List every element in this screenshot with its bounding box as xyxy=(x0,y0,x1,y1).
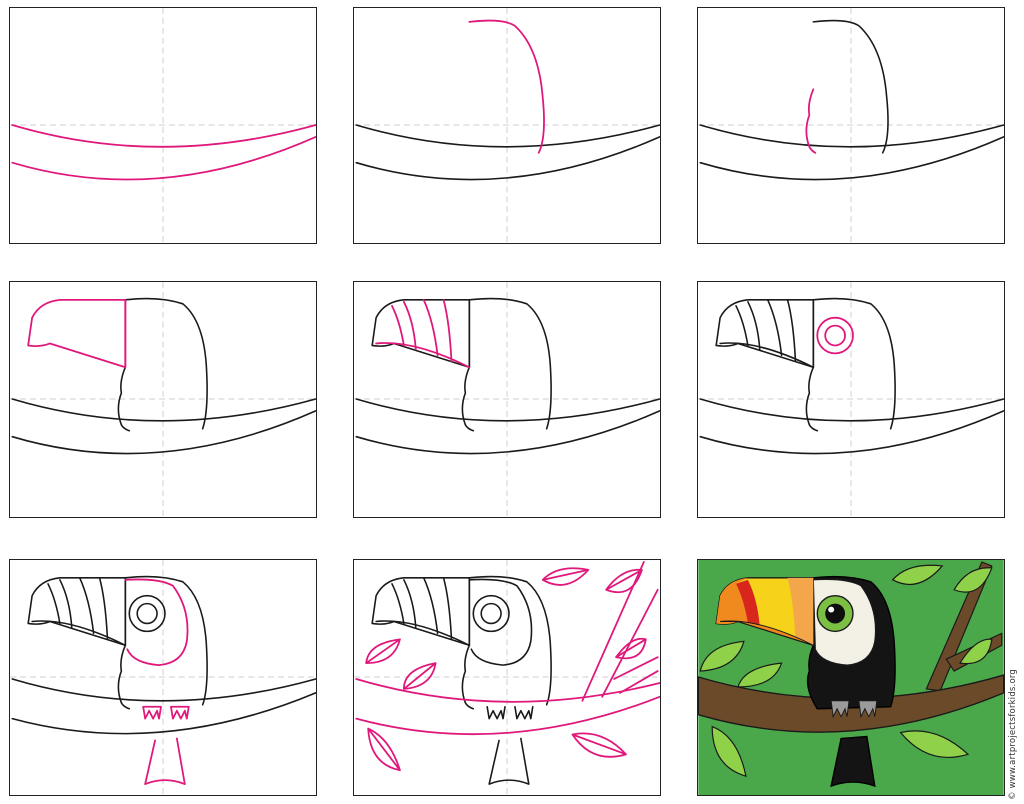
beak-stripe-4 xyxy=(98,577,109,641)
face-patch-outline xyxy=(124,578,189,666)
step-2-panel xyxy=(353,7,661,244)
website-credit: © www.artprojectsforkids.org xyxy=(1008,669,1018,800)
beak-outline xyxy=(371,577,471,647)
step-1-panel xyxy=(9,7,317,244)
step-3-panel xyxy=(697,7,1005,244)
face-patch-outline xyxy=(468,578,533,666)
neck-line xyxy=(805,88,817,154)
leaf-top-1 xyxy=(541,567,590,586)
step-4-drawing xyxy=(10,282,316,517)
tail-outline xyxy=(488,737,530,785)
right-foot xyxy=(170,705,190,720)
beak-stripe-1 xyxy=(391,583,405,625)
branch-top-line xyxy=(355,678,660,703)
branch-bottom-line xyxy=(11,136,316,181)
tail-outline xyxy=(144,737,186,785)
eye-inner-circle xyxy=(480,602,502,625)
head-outline xyxy=(124,575,208,706)
beak-stripe-4 xyxy=(442,298,453,363)
beak-outline xyxy=(715,299,815,369)
eye-outer-circle xyxy=(128,594,166,633)
left-foot xyxy=(830,700,850,719)
step-2-drawing xyxy=(354,8,660,243)
left-foot xyxy=(142,705,162,720)
branch-bottom-line xyxy=(355,136,660,181)
eye-inner-circle xyxy=(824,324,846,347)
eye-pupil xyxy=(825,603,846,624)
leaf-right-1 xyxy=(615,637,647,660)
step-5-drawing xyxy=(354,282,660,517)
beak-outline xyxy=(27,577,127,647)
right-foot xyxy=(514,705,534,720)
beak-stripe-1 xyxy=(47,583,61,625)
eye-outer-circle xyxy=(472,594,510,633)
eye-outer-circle xyxy=(816,316,854,355)
branch-bottom-line xyxy=(355,410,660,455)
branch-bottom-line xyxy=(699,136,1004,181)
branch-top-line xyxy=(699,124,1004,148)
eye-inner-circle xyxy=(136,602,158,625)
beak-stripe-3 xyxy=(422,577,439,635)
beak-outline xyxy=(27,298,127,369)
step-7-drawing xyxy=(10,560,316,795)
branch-top-line xyxy=(11,678,316,702)
branch-top-line xyxy=(355,124,660,148)
beak-stripe-3 xyxy=(422,298,439,357)
beak-stripe-2 xyxy=(403,579,417,629)
step-6-panel xyxy=(697,281,1005,518)
eye-highlight xyxy=(828,606,835,613)
beak-stripe-3 xyxy=(766,299,783,357)
branch-top-line xyxy=(699,398,1004,422)
beak-stripe-1 xyxy=(735,305,749,347)
beak-stripe-2 xyxy=(59,579,73,629)
branch-bottom-line xyxy=(699,410,1004,455)
step-7-panel xyxy=(9,559,317,796)
head-outline xyxy=(468,297,552,430)
right-foot xyxy=(858,700,878,719)
beak-stripe-2 xyxy=(402,300,417,351)
step-6-drawing xyxy=(698,282,1004,517)
step-8-drawing xyxy=(354,560,660,795)
leaf-bottom-right xyxy=(571,732,627,758)
left-foot xyxy=(486,705,506,720)
step-1-drawing xyxy=(10,8,316,243)
beak-stripe-3 xyxy=(78,577,95,635)
branch-top-line xyxy=(11,124,316,148)
step-4-panel xyxy=(9,281,317,518)
head-outline xyxy=(124,297,208,430)
step-5-panel xyxy=(353,281,661,518)
leaf-top-2 xyxy=(605,568,643,594)
branch-top-line xyxy=(11,398,316,422)
beak-outline xyxy=(371,299,471,369)
leaf-left-1 xyxy=(365,638,401,665)
step-3-drawing xyxy=(698,8,1004,243)
beak-stripe-1 xyxy=(391,304,405,347)
step-9-panel xyxy=(697,559,1005,796)
beak-stripe-2 xyxy=(747,301,761,351)
step-9-drawing xyxy=(698,560,1004,795)
head-outline xyxy=(812,297,896,430)
branch-bottom-line xyxy=(11,410,316,455)
head-outline xyxy=(468,575,552,706)
step-8-panel xyxy=(353,559,661,796)
beak-stripe-4 xyxy=(442,577,453,641)
branch-bottom-line xyxy=(11,692,316,735)
leaf-left-2 xyxy=(402,662,437,690)
leaf-bottom-left xyxy=(367,727,401,772)
beak-stripe-4 xyxy=(786,299,797,363)
branch-top-line xyxy=(355,398,660,422)
